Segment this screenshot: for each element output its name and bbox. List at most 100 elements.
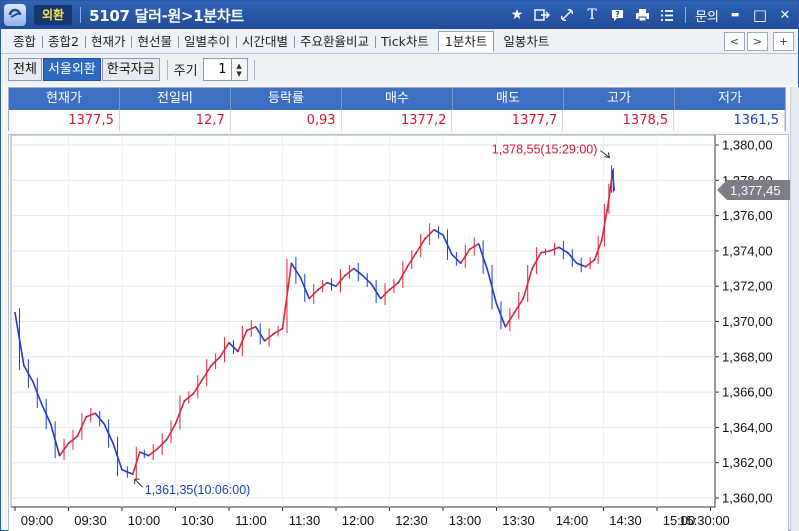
title-divider xyxy=(80,7,82,23)
inquiry-button[interactable]: 문의 xyxy=(695,6,719,25)
tab-daily-trend[interactable]: 일별추이 xyxy=(178,31,236,52)
price-point xyxy=(540,251,542,254)
price-point xyxy=(335,285,337,287)
price-point xyxy=(460,262,462,265)
x-tick-label: 13:00 xyxy=(449,513,482,528)
price-point xyxy=(94,412,97,415)
price-point xyxy=(567,251,569,254)
tab-1min-chart[interactable]: 1분차트 xyxy=(437,30,495,52)
price-point xyxy=(299,276,302,279)
price-point xyxy=(121,468,123,471)
value-ask: 1377,7 xyxy=(452,110,564,131)
price-point xyxy=(290,262,293,265)
price-point xyxy=(370,283,373,286)
price-point xyxy=(522,297,525,300)
x-tick-label: 09:30 xyxy=(74,513,107,528)
tab-prev-button[interactable]: < xyxy=(724,32,745,51)
spin-down-icon[interactable]: ▼ xyxy=(236,70,241,78)
x-tick-label: 12:00 xyxy=(342,513,375,528)
minimize-icon[interactable]: ▬ xyxy=(726,6,744,24)
tab-bar: 종합 종합2 현재가 현선물 일별추이 시간대별 주요환율비교 Tick차트 1… xyxy=(1,29,798,54)
price-point xyxy=(558,246,560,249)
price-point xyxy=(131,473,134,475)
price-point xyxy=(76,435,79,438)
toolbar-divider xyxy=(685,7,687,23)
y-tick-label: 1,368,00 xyxy=(722,349,773,364)
y-tick-label: 1,370,00 xyxy=(722,314,773,329)
x-tick-label: 13:30 xyxy=(502,513,535,528)
link-icon[interactable] xyxy=(558,6,576,24)
y-tick-label: 1,374,00 xyxy=(722,243,773,258)
tab-major-fx-compare[interactable]: 주요환율비교 xyxy=(294,31,375,52)
price-point xyxy=(14,311,16,314)
price-point xyxy=(156,447,159,450)
svg-text:?: ? xyxy=(615,10,620,19)
title-toolbar: ★ T ? 문의 ▬ □ ✕ xyxy=(508,1,794,29)
tab-summary[interactable]: 종합 xyxy=(7,31,42,52)
x-tick-label: 14:30 xyxy=(609,513,642,528)
help-icon[interactable]: ? xyxy=(608,6,626,24)
window-right-edge[interactable] xyxy=(790,87,799,531)
price-point xyxy=(613,189,615,191)
price-point xyxy=(40,403,43,406)
price-point xyxy=(397,281,400,284)
spin-up-icon[interactable]: ▲ xyxy=(236,62,241,70)
segment-seoul-fx[interactable]: 서울외환 xyxy=(42,58,101,81)
price-point xyxy=(219,356,221,358)
tab-next-button[interactable]: > xyxy=(747,32,768,51)
price-point xyxy=(495,303,498,305)
price-point xyxy=(575,262,578,265)
print-icon[interactable] xyxy=(633,6,651,24)
market-badge: 외환 xyxy=(34,5,73,25)
tab-tick-chart[interactable]: Tick차트 xyxy=(375,31,435,52)
high-annotation: 1,378,55(15:29:00) xyxy=(492,143,598,157)
price-point xyxy=(424,237,426,240)
close-icon[interactable]: ✕ xyxy=(776,6,794,24)
price-point xyxy=(531,267,533,270)
price-point xyxy=(183,400,186,402)
price-point xyxy=(326,281,328,284)
value-change: 12,7 xyxy=(120,110,231,131)
header-high: 고가 xyxy=(564,88,675,110)
tab-spot-futures[interactable]: 현선물 xyxy=(131,31,178,52)
price-point xyxy=(361,274,364,277)
list-icon[interactable] xyxy=(658,6,676,24)
price-point xyxy=(49,423,52,425)
maximize-icon[interactable]: □ xyxy=(751,6,769,24)
segment-korea-money[interactable]: 한국자금 xyxy=(101,58,160,81)
y-tick-label: 1,372,00 xyxy=(722,279,773,294)
fx-chart-window: 외환 5107 달러-원>1분차트 ★ T ? 문의 ▬ □ ✕ 종합 종합2 … xyxy=(0,0,799,531)
star-icon[interactable]: ★ xyxy=(508,6,526,24)
x-tick-label: 11:00 xyxy=(235,513,267,528)
text-icon[interactable]: T xyxy=(583,6,601,24)
app-logo-icon[interactable] xyxy=(4,4,26,26)
price-point xyxy=(549,250,551,252)
window-title: 5107 달러-원>1분차트 xyxy=(89,6,244,25)
header-low: 저가 xyxy=(718,91,742,106)
filter-divider-2 xyxy=(253,59,255,80)
export-icon[interactable] xyxy=(533,6,551,24)
chart-canvas[interactable]: 1,380,001,378,001,376,001,374,001,372,00… xyxy=(9,135,790,531)
period-input[interactable]: 1 xyxy=(202,58,232,81)
low-annotation: 1,361,35(10:06:00) xyxy=(145,483,251,497)
price-point xyxy=(210,364,212,367)
tab-by-time[interactable]: 시간대별 xyxy=(236,31,294,52)
header-current-price: 현재가 xyxy=(9,88,120,110)
price-point xyxy=(103,423,105,425)
period-spinner[interactable]: ▲ ▼ xyxy=(231,58,248,81)
price-point xyxy=(513,311,516,314)
tab-summary2[interactable]: 종합2 xyxy=(42,31,85,52)
price-point xyxy=(406,265,409,268)
tab-add-button[interactable]: + xyxy=(773,32,794,51)
price-chart[interactable]: 1,380,001,378,001,376,001,374,001,372,00… xyxy=(8,134,790,531)
period-label: 주기 xyxy=(173,64,198,79)
segment-all[interactable]: 전체 xyxy=(8,58,42,81)
tab-daily-chart[interactable]: 일봉차트 xyxy=(497,31,555,52)
price-point xyxy=(85,416,88,418)
price-point xyxy=(477,243,480,245)
price-point xyxy=(451,253,453,256)
price-point xyxy=(139,451,141,453)
x-tick-label: 14:00 xyxy=(556,513,589,528)
price-point xyxy=(317,288,319,291)
tab-current-price[interactable]: 현재가 xyxy=(84,31,132,52)
